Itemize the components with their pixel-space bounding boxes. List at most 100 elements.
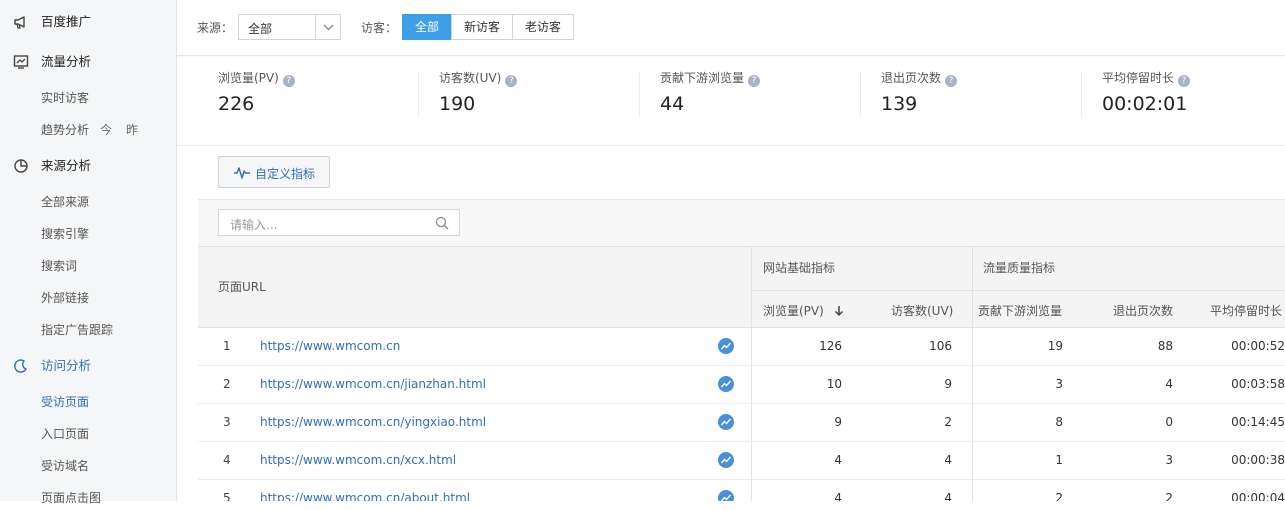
metric-label: 退出页次数	[881, 71, 942, 85]
visitor-option-returning[interactable]: 老访客	[512, 14, 574, 40]
divider	[972, 442, 973, 479]
help-icon[interactable]: ?	[282, 75, 295, 87]
row-url-link[interactable]: https://www.wmcom.cn/jianzhan.html	[260, 377, 486, 391]
main-content: 来源： 全部 访客： 全部 新访客 老访客 浏览量(PV)? 226 访客数(U…	[177, 0, 1285, 501]
trend-chart-icon[interactable]	[718, 376, 734, 392]
sidebar-section-label: 百度推广	[41, 14, 92, 29]
sidebar-item-search-engines[interactable]: 搜索引擎	[0, 222, 176, 246]
cell-avg-duration: 00:00:04	[1231, 491, 1285, 501]
sidebar-section-visit-analysis[interactable]: 访问分析	[0, 354, 176, 378]
th-pv[interactable]: 浏览量(PV)	[763, 302, 844, 319]
cell-pv: 4	[834, 453, 842, 467]
monitor-chart-icon	[13, 55, 29, 69]
visitor-option-all[interactable]: 全部	[402, 14, 452, 40]
sidebar-item-click-map[interactable]: 页面点击图	[0, 486, 176, 510]
search-input[interactable]: 请输入...	[218, 209, 460, 236]
sidebar-section-traffic-analysis[interactable]: 流量分析	[0, 50, 176, 74]
sidebar-item-label: 指定广告跟踪	[41, 323, 114, 337]
divider	[972, 366, 973, 403]
th-page-url: 页面URL	[218, 280, 266, 294]
sidebar-item-visited-domains[interactable]: 受访域名	[0, 454, 176, 478]
sidebar-section-baidu-promotion[interactable]: 百度推广	[0, 10, 176, 34]
cell-downstream: 2	[1055, 491, 1063, 501]
sidebar-item-ad-tracking[interactable]: 指定广告跟踪	[0, 318, 176, 342]
metrics-summary: 浏览量(PV)? 226 访客数(UV)? 190 贡献下游浏览量? 44 退出…	[177, 57, 1285, 146]
divider	[751, 366, 752, 403]
visitor-option-new[interactable]: 新访客	[451, 14, 513, 40]
row-index: 3	[223, 415, 231, 429]
custom-metrics-button[interactable]: 自定义指标	[218, 156, 330, 188]
sidebar-item-label: 搜索词	[41, 259, 78, 273]
sidebar-item-visited-pages[interactable]: 受访页面	[0, 390, 176, 414]
sidebar-item-label: 搜索引擎	[41, 227, 90, 241]
table-area: 请输入... 页面URL 网站基础指标 流量质量指标 浏览量(PV) 访客数(U…	[198, 199, 1285, 501]
metric-label: 平均停留时长	[1102, 71, 1175, 85]
th-exit[interactable]: 退出页次数	[1113, 302, 1173, 319]
cell-avg-duration: 00:03:58	[1231, 377, 1285, 391]
th-group-basic: 网站基础指标	[763, 261, 836, 275]
cell-pv: 4	[834, 491, 842, 501]
help-icon[interactable]: ?	[505, 75, 518, 87]
th-avg-duration[interactable]: 平均停留时长	[1210, 302, 1282, 319]
cell-downstream: 3	[1055, 377, 1063, 391]
sidebar-item-label: 受访域名	[41, 459, 90, 473]
sidebar-item-realtime-visitors[interactable]: 实时访客	[0, 86, 176, 110]
cell-downstream: 1	[1055, 453, 1063, 467]
sidebar-item-search-terms[interactable]: 搜索词	[0, 254, 176, 278]
cell-uv: 106	[929, 339, 952, 353]
help-icon[interactable]: ?	[1178, 75, 1191, 87]
sort-desc-icon[interactable]	[834, 305, 844, 317]
sidebar-section-source-analysis[interactable]: 来源分析	[0, 154, 176, 178]
cell-exit: 4	[1165, 377, 1173, 391]
trend-chart-icon[interactable]	[718, 414, 734, 430]
sidebar-item-label: 全部来源	[41, 195, 90, 209]
sidebar-item-external-links[interactable]: 外部链接	[0, 286, 176, 310]
sidebar-item-entry-pages[interactable]: 入口页面	[0, 422, 176, 446]
yesterday-link[interactable]: 昨	[126, 123, 138, 137]
trend-chart-icon[interactable]	[718, 452, 734, 468]
trend-chart-icon[interactable]	[718, 338, 734, 354]
cell-uv: 9	[944, 377, 952, 391]
th-uv[interactable]: 访客数(UV)	[891, 302, 953, 319]
sidebar-section-label: 访问分析	[41, 358, 92, 373]
metric-label-wrap: 访客数(UV)?	[439, 69, 518, 87]
row-url-link[interactable]: https://www.wmcom.cn/yingxiao.html	[260, 415, 486, 429]
row-url-link[interactable]: https://www.wmcom.cn/about.html	[260, 491, 470, 501]
row-url-link[interactable]: https://www.wmcom.cn	[260, 339, 400, 353]
search-icon[interactable]	[435, 216, 449, 230]
trend-chart-icon[interactable]	[718, 490, 734, 501]
metric-value: 00:02:01	[1102, 93, 1188, 115]
cell-uv: 4	[944, 491, 952, 501]
divider	[751, 290, 1285, 291]
metric-label: 浏览量(PV)	[218, 71, 279, 85]
table-row: 5 https://www.wmcom.cn/about.html 4 4 2 …	[198, 480, 1285, 501]
th-downstream[interactable]: 贡献下游浏览量	[978, 302, 1062, 319]
help-icon[interactable]: ?	[748, 75, 761, 87]
help-icon[interactable]: ?	[945, 75, 958, 87]
sidebar-item-all-sources[interactable]: 全部来源	[0, 190, 176, 214]
metric-value: 190	[439, 93, 476, 115]
source-select[interactable]: 全部	[238, 14, 341, 40]
table-header: 页面URL 网站基础指标 流量质量指标 浏览量(PV) 访客数(UV) 贡献下游…	[198, 246, 1285, 328]
row-url-link[interactable]: https://www.wmcom.cn/xcx.html	[260, 453, 456, 467]
metric-label-wrap: 贡献下游浏览量?	[660, 69, 761, 87]
cell-exit: 88	[1157, 339, 1173, 353]
divider	[860, 71, 861, 117]
row-index: 2	[223, 377, 231, 391]
sidebar-item-label: 实时访客	[41, 91, 90, 105]
divider	[418, 71, 419, 117]
today-link[interactable]: 今	[100, 123, 112, 137]
cell-uv: 4	[944, 453, 952, 467]
metric-label: 贡献下游浏览量	[660, 71, 745, 85]
metric-label-wrap: 退出页次数?	[881, 69, 958, 87]
chevron-down-icon	[315, 15, 340, 39]
sidebar-section-label: 流量分析	[41, 54, 92, 69]
divider	[751, 404, 752, 441]
custom-metrics-label: 自定义指标	[255, 167, 316, 181]
sidebar-item-trend-analysis[interactable]: 趋势分析 今昨	[0, 118, 176, 142]
sidebar-item-label: 外部链接	[41, 291, 90, 305]
cell-avg-duration: 00:14:45	[1231, 415, 1285, 429]
metric-value: 226	[218, 93, 255, 115]
divider	[751, 442, 752, 479]
sidebar-item-label: 趋势分析	[41, 123, 90, 137]
